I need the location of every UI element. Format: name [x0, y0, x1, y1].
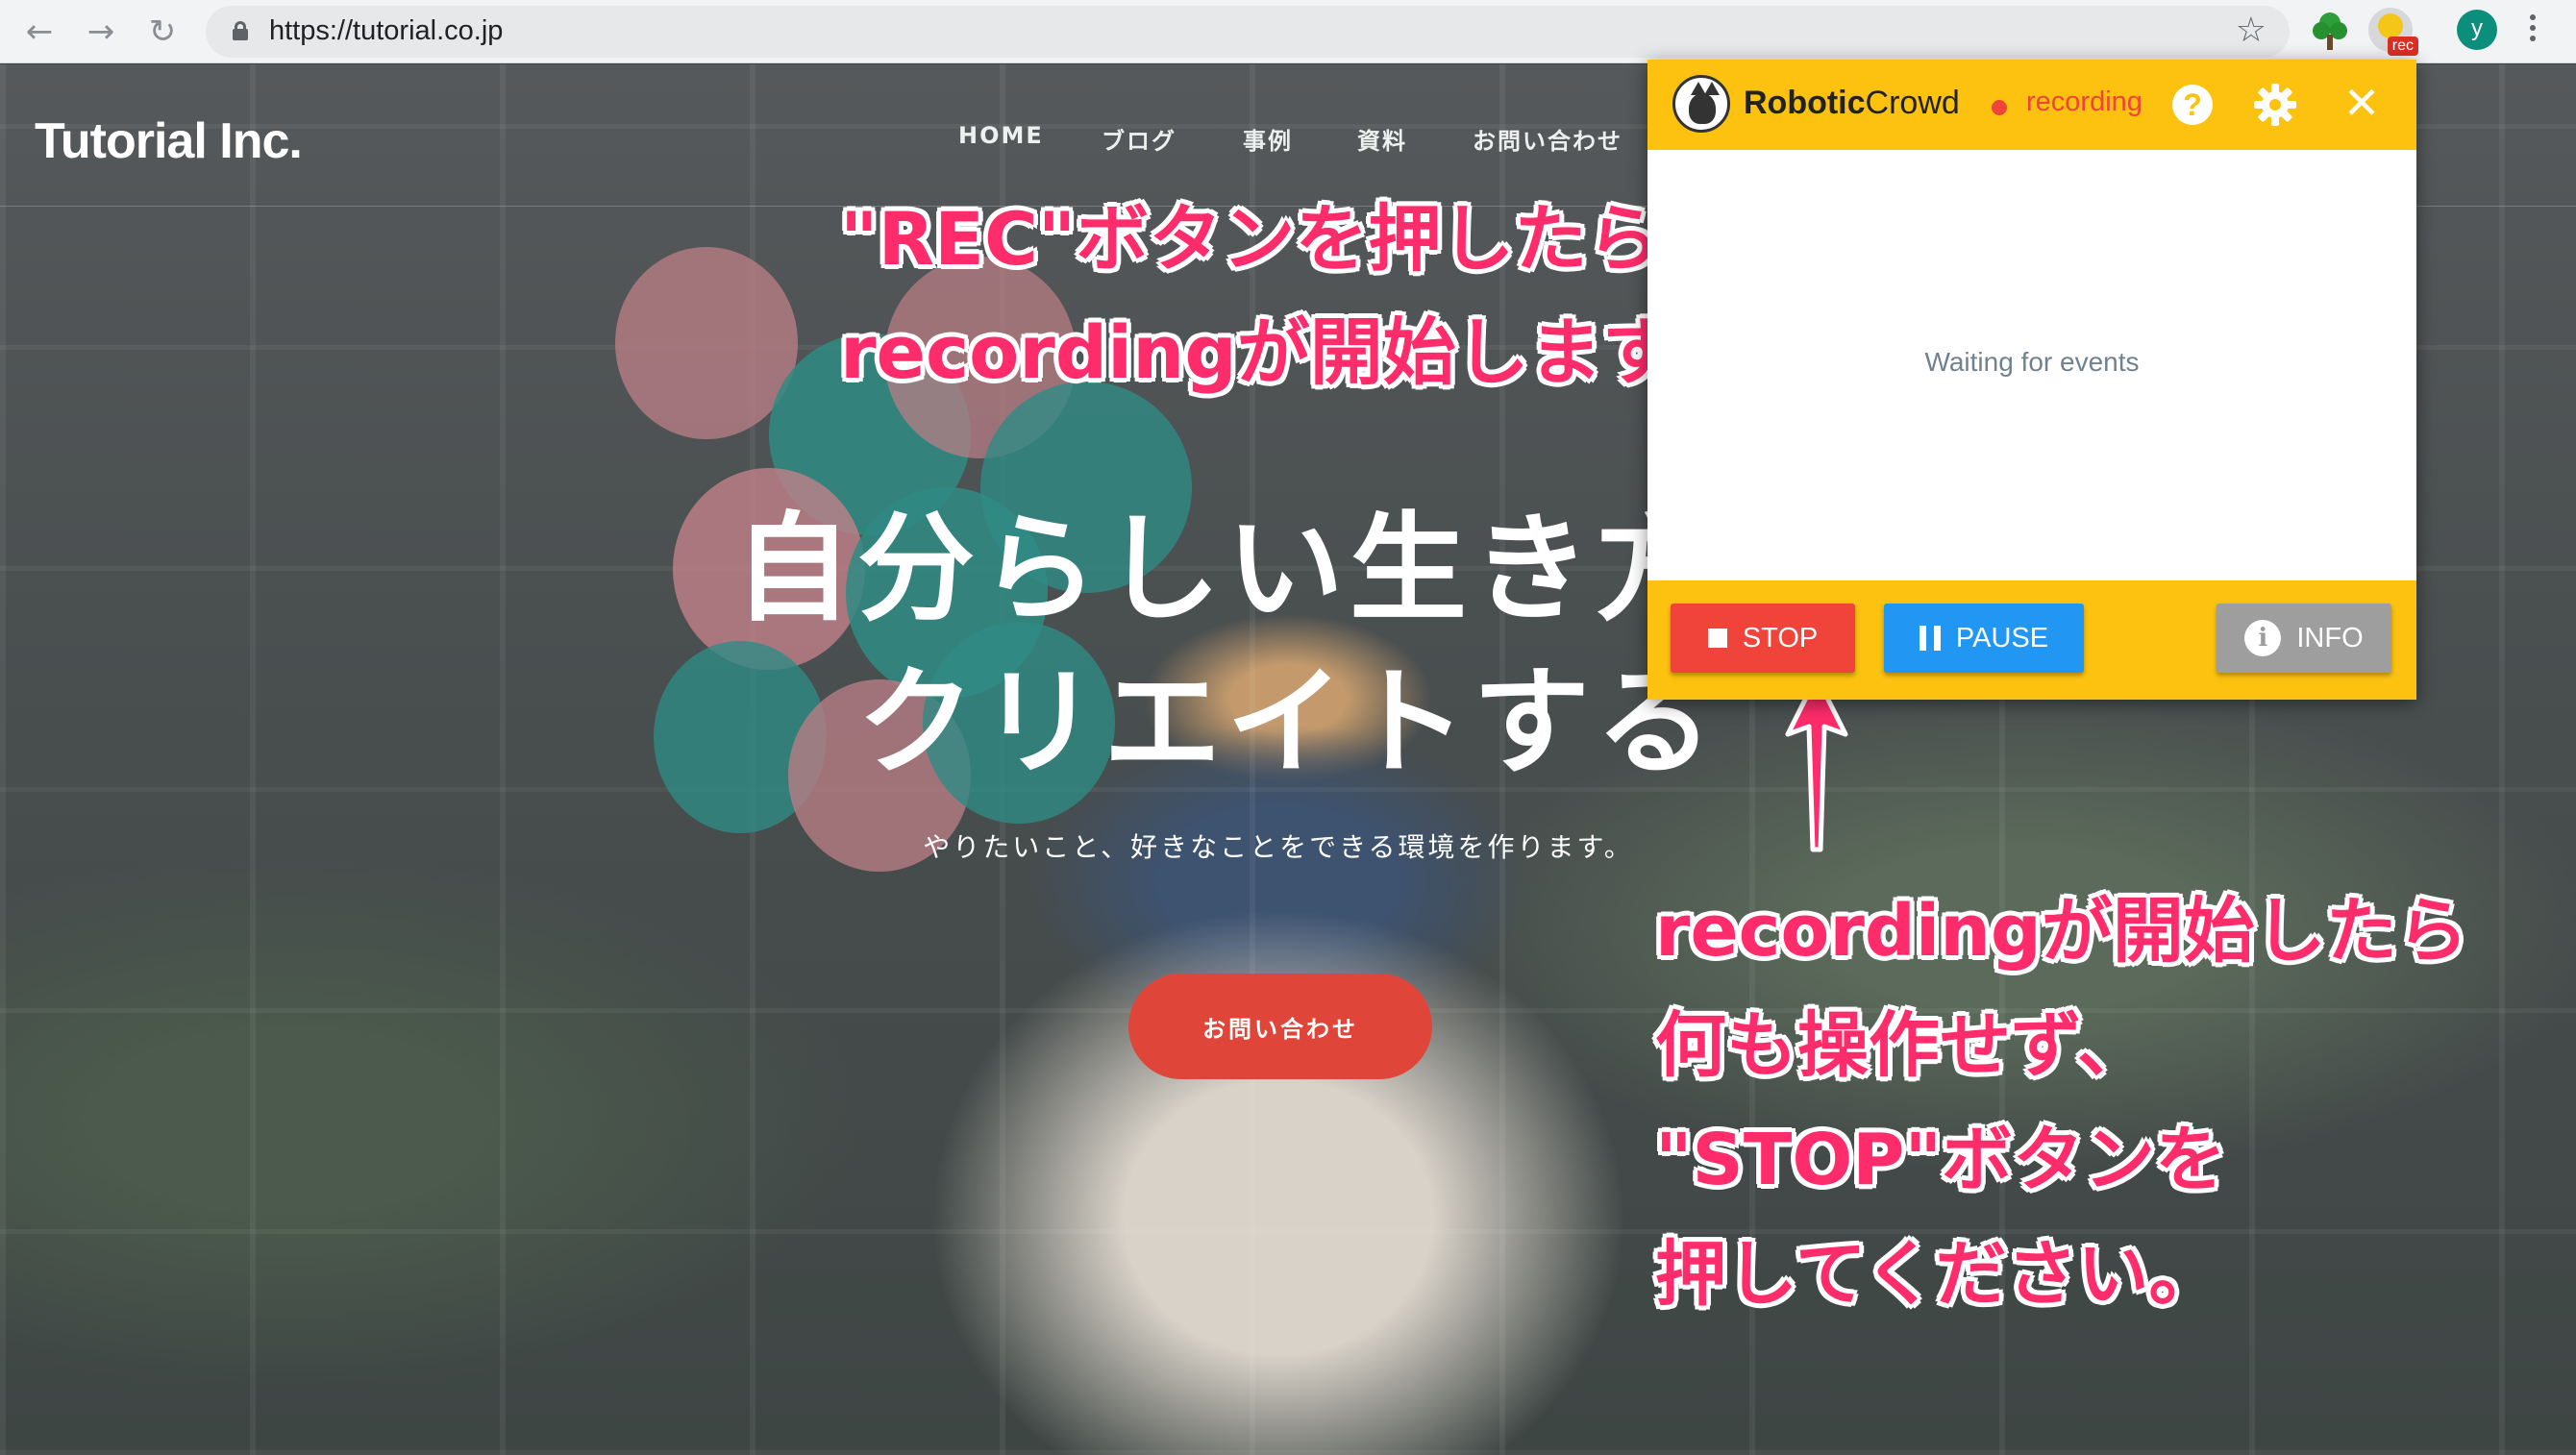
robotic-crowd-extension-icon[interactable]: rec	[2368, 8, 2418, 56]
profile-avatar[interactable]: y	[2457, 10, 2497, 50]
annotation-rec-instruction: "REC"ボタンを押したら recordingが開始します	[840, 183, 1675, 409]
info-button[interactable]: i INFO	[2217, 604, 2391, 673]
annotation-line: 何も操作せず、	[1655, 1004, 2148, 1087]
brand-name: RoboticCrowd	[1744, 85, 1960, 122]
info-icon: i	[2244, 620, 2282, 656]
site-logo[interactable]: Tutorial Inc.	[35, 112, 303, 170]
annotation-line: recordingが開始します	[840, 309, 1675, 395]
tree-extension-icon[interactable]	[2311, 10, 2349, 52]
nav-contact[interactable]: お問い合わせ	[1473, 122, 1622, 156]
info-button-label: INFO	[2296, 622, 2364, 654]
waiting-message: Waiting for events	[1924, 347, 2140, 377]
popup-footer: STOP PAUSE i INFO	[1647, 580, 2416, 700]
recording-dot-icon	[1992, 100, 2007, 115]
gear-icon[interactable]	[2251, 81, 2299, 129]
browser-toolbar: ← → ↻ https://tutorial.co.jp ☆ rec y	[0, 0, 2576, 63]
url-text[interactable]: https://tutorial.co.jp	[269, 15, 503, 47]
help-icon[interactable]: ?	[2172, 85, 2213, 125]
events-panel: Waiting for events	[1647, 150, 2416, 580]
stop-button-label: STOP	[1742, 622, 1819, 654]
rec-badge: rec	[2387, 37, 2418, 56]
brand-name-bold: Robotic	[1744, 85, 1866, 121]
pause-button-label: PAUSE	[1955, 622, 2049, 654]
nav-blog[interactable]: ブログ	[1102, 122, 1177, 156]
reload-icon[interactable]: ↻	[138, 8, 186, 56]
stop-button[interactable]: STOP	[1671, 604, 1855, 673]
nav-cases[interactable]: 事例	[1243, 122, 1293, 156]
annotation-line: 押してください。	[1655, 1233, 2220, 1316]
annotation-stop-instruction: recordingが開始したら 何も操作せず、 "STOP"ボタンを 押してくだ…	[1655, 875, 2468, 1332]
robotic-crowd-popup: RoboticCrowd recording ? ✕ Waiting for e…	[1647, 60, 2416, 700]
close-icon[interactable]: ✕	[2338, 79, 2386, 127]
bookmark-star-icon[interactable]: ☆	[2236, 11, 2266, 50]
menu-icon[interactable]	[2528, 12, 2538, 50]
brand-name-light: Crowd	[1865, 85, 1960, 121]
hero-subtitle: やりたいこと、好きなことをできる環境を作ります。	[923, 831, 1634, 863]
popup-header: RoboticCrowd recording ? ✕	[1647, 60, 2416, 150]
address-bar[interactable]: https://tutorial.co.jp ☆	[206, 6, 2290, 58]
annotation-line: "STOP"ボタンを	[1655, 1119, 2227, 1201]
cat-logo-icon	[1672, 75, 1730, 133]
contact-cta-button[interactable]: お問い合わせ	[1128, 974, 1432, 1079]
pause-button[interactable]: PAUSE	[1884, 604, 2084, 673]
nav-home[interactable]: HOME	[958, 122, 1044, 149]
pause-icon	[1919, 626, 1941, 651]
back-icon[interactable]: ←	[15, 8, 63, 56]
stop-icon	[1707, 629, 1727, 648]
nav-documents[interactable]: 資料	[1357, 122, 1407, 156]
forward-icon[interactable]: →	[77, 8, 125, 56]
annotation-line: "REC"ボタンを押したら	[840, 196, 1661, 282]
annotation-line: recordingが開始したら	[1655, 890, 2468, 973]
recording-status: recording	[2026, 86, 2143, 117]
lock-icon[interactable]	[233, 21, 248, 40]
